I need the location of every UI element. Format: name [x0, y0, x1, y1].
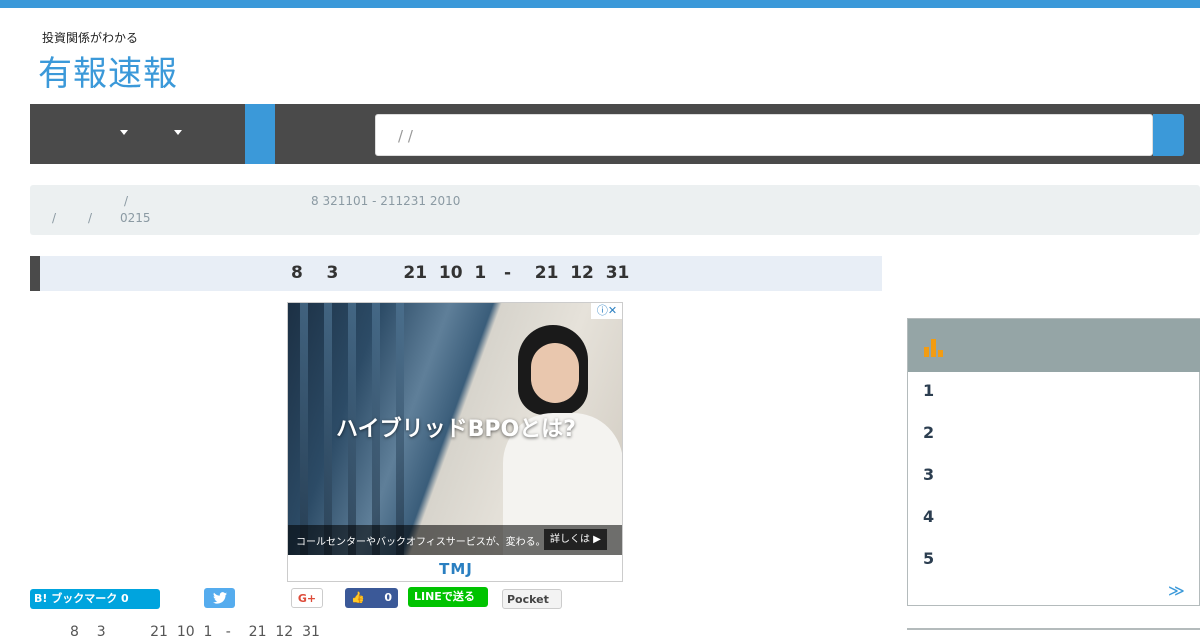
share-buttons: B! ブックマーク 0 G+ 👍 0 LINEで送る Pocket [0, 586, 900, 610]
main-navbar: / / [30, 104, 1200, 164]
search-button[interactable] [1153, 114, 1184, 156]
ad-caption-strip: コールセンターやバックオフィスサービスが、変わる。 詳しくは ▶ [288, 525, 622, 555]
pocket-save-button[interactable]: Pocket [502, 589, 562, 609]
ad-person-face [531, 343, 579, 403]
page-title: 8 3 21 10 1 - 21 12 31 [30, 256, 882, 291]
ad-choices-icon[interactable]: ⓘ✕ [591, 303, 622, 319]
thumbs-up-icon: 👍 [351, 591, 365, 604]
ranking-more-link[interactable]: ≫ [1168, 581, 1185, 600]
ad-subtext: コールセンターやバックオフィスサービスが、変わる。 [296, 537, 546, 548]
ad-headline: ハイブリッドBPOとは? [336, 417, 576, 442]
hatena-bookmark-button[interactable]: B! ブックマーク 0 [30, 589, 160, 609]
ranking-item[interactable]: 5 [923, 549, 934, 568]
breadcrumb-separator: / [88, 211, 93, 225]
twitter-icon [212, 592, 227, 604]
line-share-button[interactable]: LINEで送る [408, 587, 488, 607]
ranking-item[interactable]: 3 [923, 465, 934, 484]
ranking-item[interactable]: 4 [923, 507, 934, 526]
ranking-widget: 1 2 3 4 5 ≫ [907, 318, 1200, 606]
site-logo[interactable]: 有報速報 [38, 46, 178, 95]
ranking-item[interactable]: 1 [923, 381, 934, 400]
article-first-line: 8 3 21 10 1 - 21 12 31 [70, 624, 320, 640]
breadcrumb: / 8 321101 - 211231 2010 / / 0215 [30, 185, 1200, 235]
facebook-like-button[interactable]: 👍 0 [345, 588, 398, 608]
top-accent-bar [0, 0, 1200, 8]
nav-dropdown-2[interactable] [174, 130, 182, 135]
ranking-item[interactable]: 2 [923, 423, 934, 442]
search-input[interactable]: / / [375, 114, 1153, 156]
bar-chart-icon [924, 339, 943, 357]
nav-dropdown-1[interactable] [120, 130, 128, 135]
breadcrumb-separator: / [124, 194, 129, 208]
breadcrumb-code: 0215 [120, 211, 151, 225]
advertisement-banner[interactable]: ハイブリッドBPOとは? コールセンターやバックオフィスサービスが、変わる。 詳… [287, 302, 623, 582]
google-plus-share-button[interactable]: G+ [291, 588, 323, 608]
ad-cta-button[interactable]: 詳しくは ▶ [544, 529, 607, 550]
twitter-share-button[interactable] [204, 588, 235, 608]
breadcrumb-separator: / [52, 211, 57, 225]
ranking-header [908, 319, 1200, 372]
site-tagline: 投資関係がわかる [42, 31, 139, 45]
ad-brand-logo: TMJ [288, 555, 622, 581]
facebook-like-count: 0 [384, 591, 392, 604]
nav-active-tab[interactable] [245, 104, 275, 164]
breadcrumb-current-title[interactable]: 8 321101 - 211231 2010 [311, 194, 460, 208]
